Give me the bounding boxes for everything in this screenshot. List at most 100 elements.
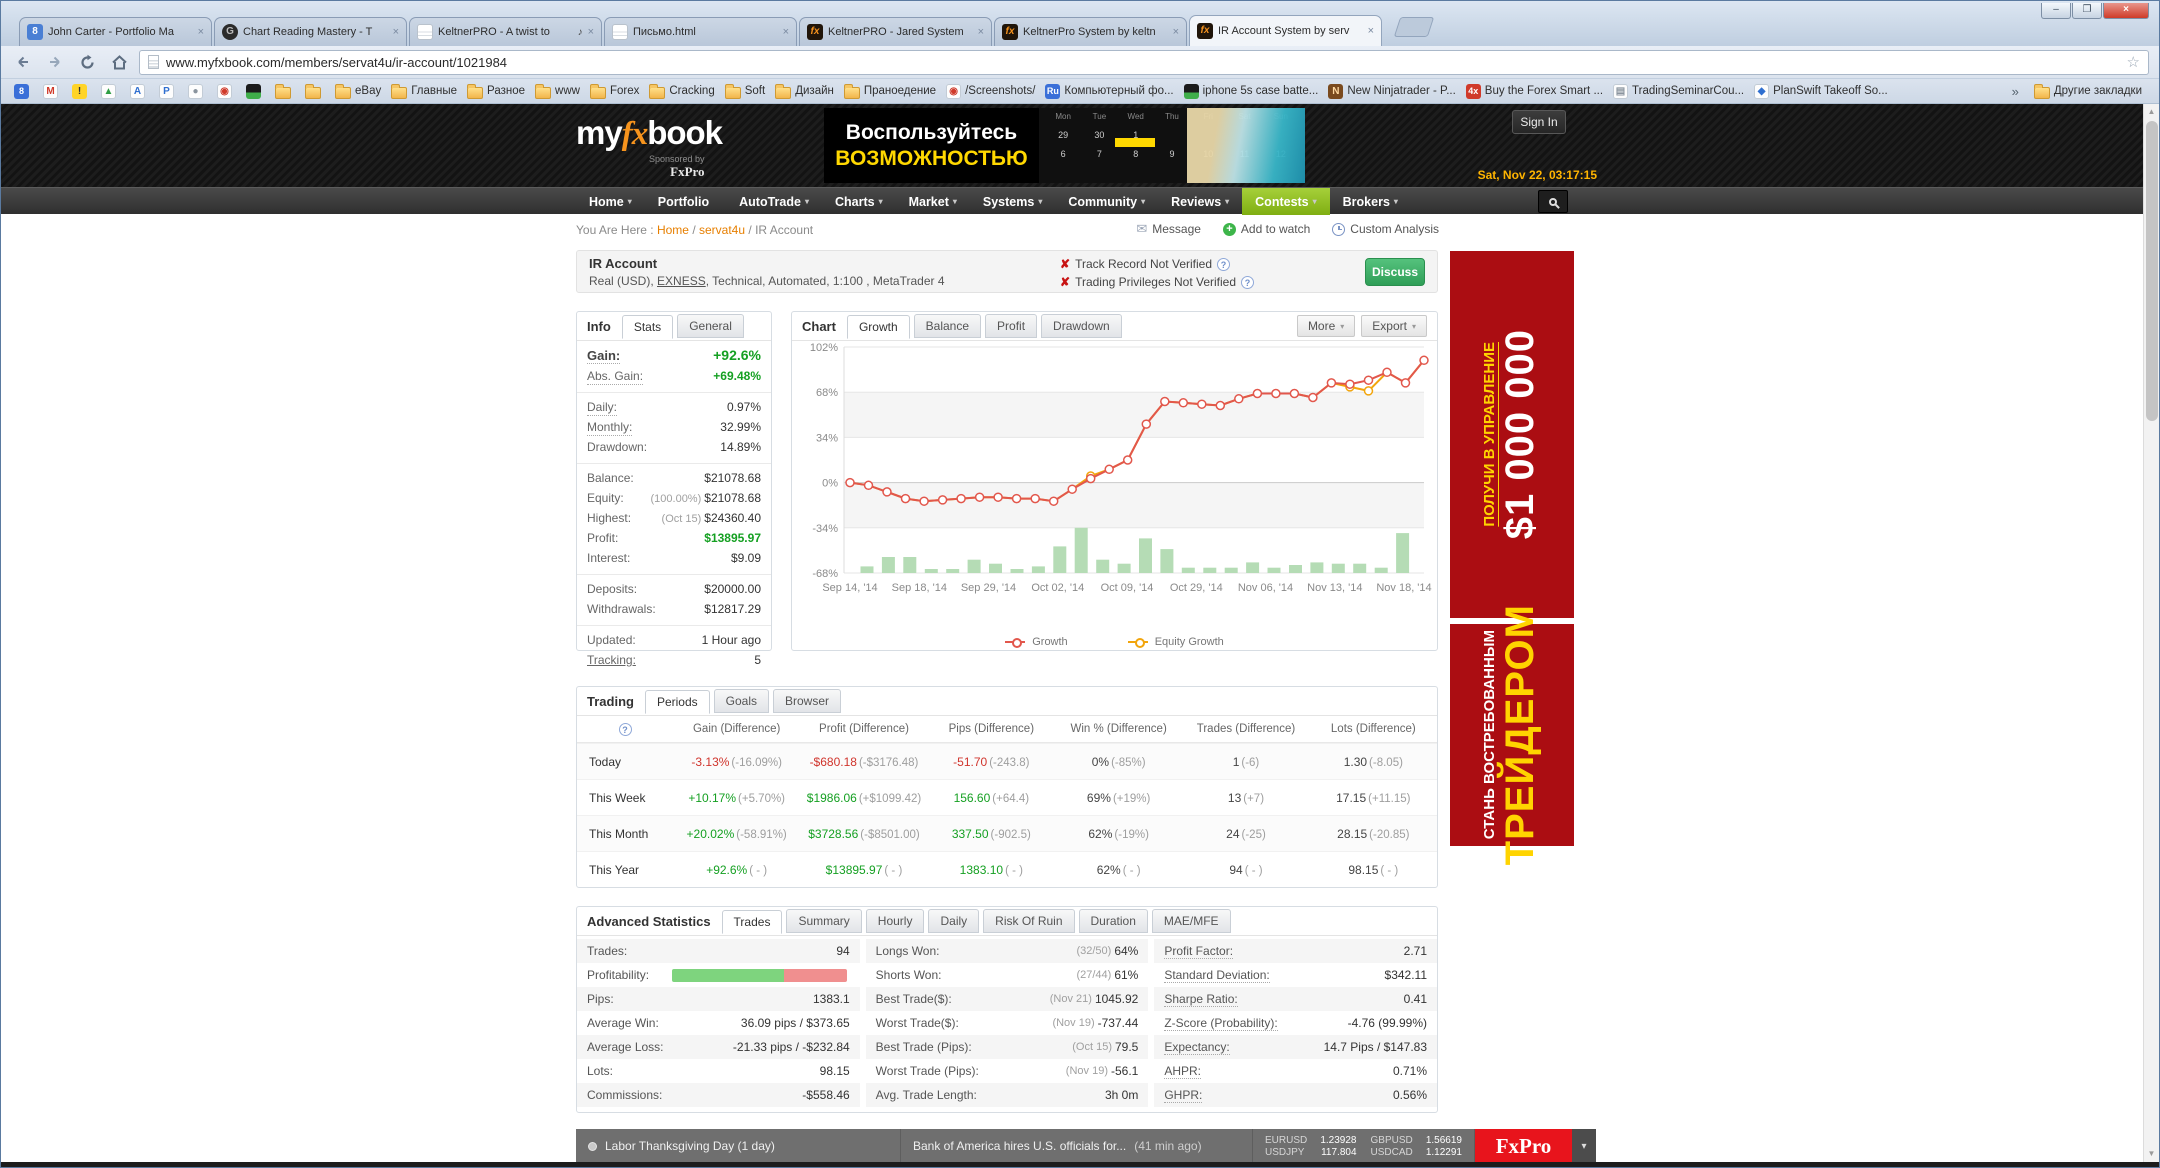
trading-tab[interactable]: Browser [773,689,841,713]
quote-pair[interactable]: EURUSD 1.23928 [1265,1135,1357,1146]
scroll-up-icon[interactable]: ▲ [2144,104,2159,120]
help-icon[interactable]: ? [1241,276,1254,289]
bookmark-item[interactable] [270,82,300,101]
trading-tab[interactable]: Periods [645,690,710,714]
bookmark-item[interactable]: ▤ TradingSeminarCou... [1608,82,1749,101]
tab-close-icon[interactable]: × [978,27,984,38]
bookmark-item[interactable]: iphone 5s case batte... [1179,82,1324,101]
fxpro-logo[interactable]: FxPro [1475,1129,1572,1162]
bookmark-item[interactable]: M [38,82,67,101]
new-tab-button[interactable] [1394,17,1434,37]
advanced-tab[interactable]: Risk Of Ruin [983,909,1074,933]
ticker-collapse-chevron[interactable]: ▾ [1572,1129,1596,1162]
other-bookmarks-button[interactable]: Другие закладки [2029,82,2147,101]
back-button[interactable] [11,50,35,74]
sponsor-fxpro[interactable]: FxPro [670,164,704,179]
quote-pair[interactable]: USDCAD 1.12291 [1371,1147,1463,1158]
bookmark-item[interactable]: Разное [462,82,530,101]
bookmark-item[interactable]: N New Ninjatrader - P... [1323,82,1460,101]
bookmark-item[interactable]: P [154,82,183,101]
myfxbook-logo[interactable]: myfxbook [576,114,722,153]
tab-close-icon[interactable]: × [783,27,789,38]
chart-tab[interactable]: Balance [914,314,981,338]
bookmark-item[interactable]: Дизайн [770,82,839,101]
bookmark-star-icon[interactable]: ☆ [2127,53,2140,71]
nav-item[interactable]: Market ▾ [896,188,970,215]
browser-tab[interactable]: 8 John Carter - Portfolio Ma × [19,17,212,46]
bookmark-item[interactable]: ● [183,82,212,101]
nav-item[interactable]: Portfolio [645,188,726,215]
bookmark-item[interactable]: Soft [720,82,770,101]
nav-item[interactable]: Reviews ▾ [1158,188,1242,215]
trading-tab[interactable]: Goals [714,689,769,713]
search-button[interactable] [1538,190,1568,213]
page-scrollbar[interactable]: ▲ ▼ [2143,104,2159,1162]
browser-tab[interactable]: Письмо.html × [604,17,797,46]
breadcrumb-user-link[interactable]: servat4u [699,223,745,237]
reload-button[interactable] [75,50,99,74]
nav-item[interactable]: AutoTrade ▾ [726,188,822,215]
nav-item[interactable]: Systems ▾ [970,188,1055,215]
nav-item[interactable]: Brokers ▾ [1330,188,1411,215]
chart-tab[interactable]: Drawdown [1041,314,1122,338]
side-banner-bottom[interactable]: СТАНЬ ВОСТРЕБОВАННЫМ ТРЕЙДЕРОМ [1450,624,1574,846]
bookmark-item[interactable]: ◉ [212,82,241,101]
legend-growth[interactable]: Growth [1005,636,1067,648]
nav-item[interactable]: Community ▾ [1055,188,1158,215]
home-button[interactable] [107,50,131,74]
quote-pair[interactable]: GBPUSD 1.56619 [1371,1135,1463,1146]
tab-close-icon[interactable]: × [588,27,594,38]
tab-close-icon[interactable]: × [198,27,204,38]
bookmark-item[interactable]: Ru Компьютерный фо... [1040,82,1178,101]
minimize-button[interactable]: – [2041,3,2071,19]
advanced-tab[interactable]: MAE/MFE [1152,909,1231,933]
bookmark-item[interactable]: 4x Buy the Forex Smart ... [1461,82,1608,101]
browser-tab[interactable]: G Chart Reading Mastery - T × [214,17,407,46]
side-banner-top[interactable]: ПОЛУЧИ В УПРАВЛЕНИЕ $1 000 000 [1450,251,1574,618]
info-tab[interactable]: General [677,314,744,338]
export-button[interactable]: Export▾ [1361,315,1427,337]
bookmark-item[interactable]: ◆ PlanSwift Takeoff So... [1749,82,1893,101]
tab-close-icon[interactable]: × [393,27,399,38]
bookmark-item[interactable] [300,82,330,101]
bookmark-item[interactable]: ▲ [96,82,125,101]
nav-item[interactable]: Home ▾ [576,188,645,215]
advanced-tab[interactable]: Trades [722,910,783,934]
bookmark-item[interactable]: Праноедение [839,82,941,101]
quote-pair[interactable]: USDJPY 117.804 [1265,1147,1357,1158]
nav-item[interactable]: Charts ▾ [822,188,896,215]
bookmark-item[interactable]: ◉ /Screenshots/ [941,82,1040,101]
ticker-news-item[interactable]: Bank of America hires U.S. officials for… [901,1129,1253,1162]
bookmark-item[interactable]: 8 [9,82,38,101]
chart-tab[interactable]: Profit [985,314,1037,338]
custom-analysis-button[interactable]: Custom Analysis [1332,221,1439,237]
advanced-tab[interactable]: Duration [1079,909,1148,933]
broker-link[interactable]: EXNESS [657,274,706,288]
help-icon[interactable]: ? [1217,258,1230,271]
bookmark-item[interactable]: Cracking [644,82,719,101]
info-tab[interactable]: Stats [622,315,673,339]
advanced-tab[interactable]: Hourly [866,909,925,933]
tab-close-icon[interactable]: × [1173,27,1179,38]
close-window-button[interactable]: × [2103,3,2149,19]
sign-in-button[interactable]: Sign In [1512,110,1566,134]
scrollbar-thumb[interactable] [2146,121,2158,421]
bookmark-item[interactable]: ! [67,82,96,101]
advanced-tab[interactable]: Daily [928,909,979,933]
browser-tab[interactable]: fx KeltnerPro System by keltn × [994,17,1187,46]
url-text[interactable]: www.myfxbook.com/members/servat4u/ir-acc… [166,55,2120,70]
more-button[interactable]: More▾ [1297,315,1355,337]
bookmark-item[interactable]: A [125,82,154,101]
legend-equity-growth[interactable]: Equity Growth [1128,636,1224,648]
bookmark-item[interactable]: eBay [330,82,386,101]
maximize-button[interactable]: ❐ [2072,3,2102,19]
browser-tab[interactable]: fx IR Account System by serv × [1189,15,1382,46]
forward-button[interactable] [43,50,67,74]
bookmark-item[interactable]: Forex [585,82,644,101]
address-bar[interactable]: www.myfxbook.com/members/servat4u/ir-acc… [139,50,2149,75]
browser-tab[interactable]: fx KeltnerPRO - Jared System × [799,17,992,46]
nav-item[interactable]: Contests ▾ [1242,188,1330,215]
chart-tab[interactable]: Growth [847,315,910,339]
help-icon[interactable]: ? [619,723,632,736]
bookmarks-overflow-icon[interactable]: » [2012,84,2019,99]
